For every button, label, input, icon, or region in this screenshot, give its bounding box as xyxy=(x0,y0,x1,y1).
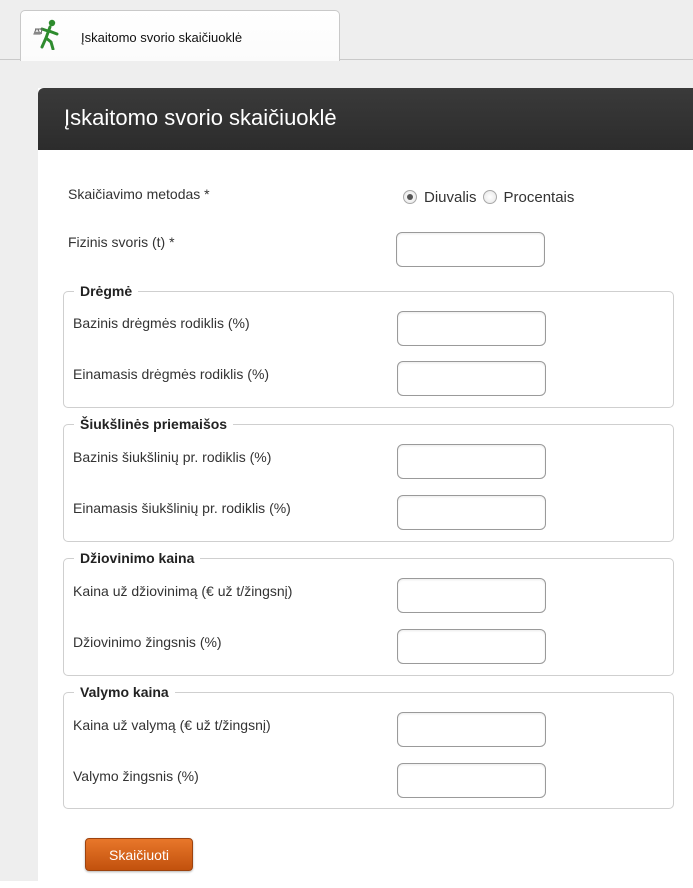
moisture-base-input[interactable] xyxy=(397,311,546,346)
cleaning-price-label: Kaina už valymą (€ už t/žingsnį) xyxy=(73,717,271,733)
moisture-fieldset: Drėgmė xyxy=(63,283,674,408)
drying-step-input[interactable] xyxy=(397,629,546,664)
moisture-current-input[interactable] xyxy=(397,361,546,396)
radio-label-diuvalis[interactable]: Diuvalis xyxy=(424,189,477,206)
cleaning-step-label: Valymo žingsnis (%) xyxy=(73,768,199,784)
impurities-base-input[interactable] xyxy=(397,444,546,479)
impurities-current-input[interactable] xyxy=(397,495,546,530)
moisture-current-label: Einamasis drėgmės rodiklis (%) xyxy=(73,366,270,382)
radio-selected-dot xyxy=(407,194,413,200)
drying-price-input[interactable] xyxy=(397,578,546,613)
calculate-button[interactable]: Skaičiuoti xyxy=(85,838,193,871)
panel-header: Įskaitomo svorio skaičiuoklė xyxy=(38,88,693,150)
tab-calculator[interactable]: Įskaitomo svorio skaičiuoklė xyxy=(20,10,340,61)
calculator-panel: Įskaitomo svorio skaičiuoklė Skaičiavimo… xyxy=(38,88,693,888)
radio-label-procentais[interactable]: Procentais xyxy=(504,189,575,206)
panel-title: Įskaitomo svorio skaičiuoklė xyxy=(64,105,337,130)
drying-fieldset: Džiovinimo kaina xyxy=(63,550,674,676)
drying-step-label: Džiovinimo žingsnis (%) xyxy=(73,634,222,650)
scale-figure-icon xyxy=(33,19,59,50)
cleaning-price-input[interactable] xyxy=(397,712,546,747)
tab-label: Įskaitomo svorio skaičiuoklė xyxy=(81,30,243,45)
moisture-legend: Drėgmė xyxy=(80,283,133,299)
moisture-base-label: Bazinis drėgmės rodiklis (%) xyxy=(73,315,250,331)
impurities-fieldset: Šiukšlinės priemaišos xyxy=(63,416,674,542)
tab-strip: Įskaitomo svorio skaičiuoklė xyxy=(0,0,693,61)
impurities-base-label: Bazinis šiukšlinių pr. rodiklis (%) xyxy=(73,449,272,465)
radio-diuvalis[interactable] xyxy=(403,190,417,204)
method-label: Skaičiavimo metodas * xyxy=(68,186,210,202)
cleaning-step-input[interactable] xyxy=(397,763,546,798)
radio-procentais[interactable] xyxy=(482,190,497,204)
drying-legend: Džiovinimo kaina xyxy=(80,550,195,566)
drying-price-label: Kaina už džiovinimą (€ už t/žingsnį) xyxy=(73,583,293,599)
impurities-legend: Šiukšlinės priemaišos xyxy=(80,416,228,432)
cleaning-fieldset: Valymo kaina xyxy=(63,684,674,809)
physical-weight-input[interactable] xyxy=(396,232,545,267)
cleaning-legend: Valymo kaina xyxy=(80,684,169,700)
method-radio-group: Diuvalis Procentais xyxy=(403,187,580,207)
impurities-current-label: Einamasis šiukšlinių pr. rodiklis (%) xyxy=(73,500,291,516)
physical-weight-label: Fizinis svoris (t) * xyxy=(68,234,175,250)
